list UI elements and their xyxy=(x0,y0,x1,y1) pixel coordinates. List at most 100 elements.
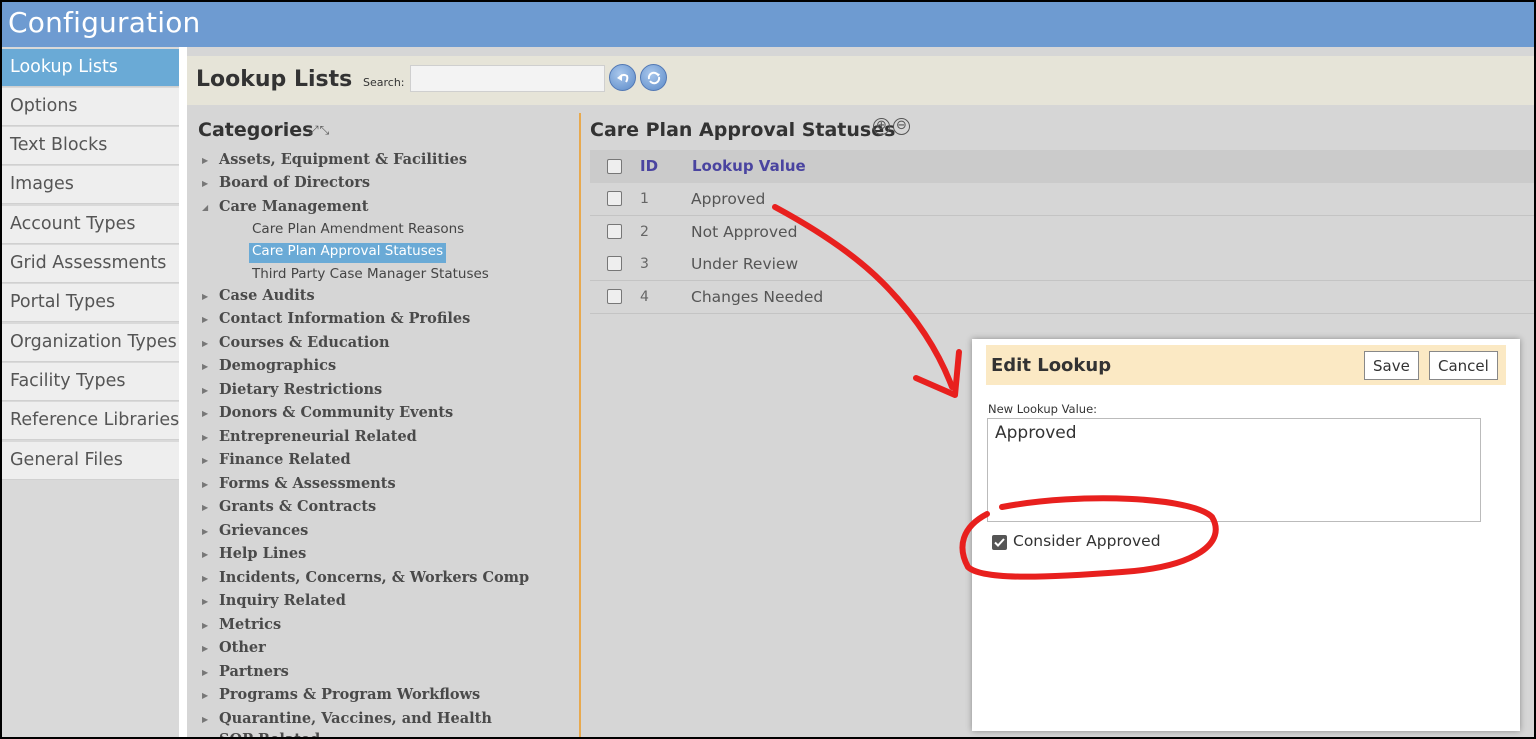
row-value[interactable]: Changes Needed xyxy=(691,288,823,306)
tree-item[interactable]: Help Lines xyxy=(219,545,306,567)
row-checkbox[interactable] xyxy=(607,289,622,304)
consider-approved-label[interactable]: Consider Approved xyxy=(1013,532,1161,550)
tree-item[interactable]: Finance Related xyxy=(219,451,351,473)
tree-item[interactable]: Dietary Restrictions xyxy=(219,381,382,403)
sidebar: Lookup Lists Options Text Blocks Images … xyxy=(2,49,179,489)
tree-item[interactable]: Metrics xyxy=(219,616,281,638)
row-id: 3 xyxy=(640,256,649,272)
collapsed-arrow-icon[interactable]: ▶ xyxy=(202,597,208,606)
sidebar-item-general-files[interactable]: General Files xyxy=(2,442,179,480)
tree-item[interactable]: Case Audits xyxy=(219,287,315,309)
tree-item[interactable]: Demographics xyxy=(219,357,336,379)
collapsed-arrow-icon[interactable]: ▶ xyxy=(202,574,208,583)
collapsed-arrow-icon[interactable]: ▶ xyxy=(202,315,208,324)
tree-item[interactable]: SOP Related xyxy=(219,731,320,737)
sidebar-filler xyxy=(2,488,179,737)
tree-item[interactable]: Entrepreneurial Related xyxy=(219,428,417,450)
tree-item[interactable]: Inquiry Related xyxy=(219,592,346,614)
app-title: Configuration xyxy=(8,6,201,39)
refresh-button[interactable] xyxy=(640,64,667,91)
checkmark-icon xyxy=(994,538,1005,547)
tree-item[interactable]: Partners xyxy=(219,663,289,685)
tree-item[interactable]: Grievances xyxy=(219,522,308,544)
row-checkbox[interactable] xyxy=(607,224,622,239)
row-value[interactable]: Approved xyxy=(691,190,765,208)
collapsed-arrow-icon[interactable]: ▶ xyxy=(202,339,208,348)
sidebar-item-images[interactable]: Images xyxy=(2,166,179,204)
lookup-value-field[interactable]: Approved xyxy=(987,418,1481,522)
collapsed-arrow-icon[interactable]: ▶ xyxy=(202,691,208,700)
collapsed-arrow-icon[interactable]: ▶ xyxy=(202,621,208,630)
collapsed-arrow-icon[interactable]: ▶ xyxy=(202,409,208,418)
select-all-checkbox[interactable] xyxy=(607,159,622,174)
expanded-arrow-icon[interactable]: ◢ xyxy=(202,203,208,212)
collapsed-arrow-icon[interactable]: ▶ xyxy=(202,480,208,489)
sidebar-item-organization-types[interactable]: Organization Types xyxy=(2,324,179,362)
collapsed-arrow-icon[interactable]: ▶ xyxy=(202,433,208,442)
refresh-icon xyxy=(647,71,661,85)
sidebar-item-facility-types[interactable]: Facility Types xyxy=(2,363,179,401)
collapsed-arrow-icon[interactable]: ▶ xyxy=(202,550,208,559)
table-row[interactable]: 2 Not Approved xyxy=(590,216,1534,249)
collapsed-arrow-icon[interactable]: ▶ xyxy=(202,715,208,724)
table-row[interactable]: 1 Approved xyxy=(590,183,1534,216)
tree-item[interactable]: Donors & Community Events xyxy=(219,404,453,426)
tree-item[interactable]: Care Management xyxy=(219,198,368,220)
lookup-value-label: New Lookup Value: xyxy=(988,402,1098,416)
list-title: Care Plan Approval Statuses xyxy=(590,119,896,141)
sidebar-item-options[interactable]: Options xyxy=(2,88,179,126)
expand-collapse-icon[interactable]: ⤢⤡ xyxy=(309,123,330,138)
tree-item[interactable]: Board of Directors xyxy=(219,174,370,196)
collapsed-arrow-icon[interactable]: ▶ xyxy=(202,362,208,371)
sidebar-item-grid-assessments[interactable]: Grid Assessments xyxy=(2,245,179,283)
sidebar-item-portal-types[interactable]: Portal Types xyxy=(2,284,179,322)
panel-divider[interactable] xyxy=(579,113,581,737)
back-button[interactable] xyxy=(609,64,636,91)
tree-item[interactable]: Forms & Assessments xyxy=(219,475,396,497)
sidebar-item-text-blocks[interactable]: Text Blocks xyxy=(2,127,179,165)
tree-item[interactable]: Courses & Education xyxy=(219,334,390,356)
tree-subitem[interactable]: Third Party Case Manager Statuses xyxy=(249,266,492,286)
row-checkbox[interactable] xyxy=(607,191,622,206)
row-value[interactable]: Not Approved xyxy=(691,223,797,241)
tree-item[interactable]: Grants & Contracts xyxy=(219,498,376,520)
column-header-id[interactable]: ID xyxy=(640,157,658,175)
collapsed-arrow-icon[interactable]: ▶ xyxy=(202,386,208,395)
sidebar-item-lookup-lists[interactable]: Lookup Lists xyxy=(2,49,179,87)
tree-item[interactable]: Other xyxy=(219,639,266,661)
save-button[interactable]: Save xyxy=(1364,351,1419,380)
row-id: 1 xyxy=(640,191,649,207)
column-header-lookup-value[interactable]: Lookup Value xyxy=(692,157,806,175)
collapsed-arrow-icon[interactable]: ▶ xyxy=(202,503,208,512)
collapsed-arrow-icon[interactable]: ▶ xyxy=(202,156,208,165)
collapsed-arrow-icon[interactable]: ▶ xyxy=(202,456,208,465)
tree-item[interactable]: Incidents, Concerns, & Workers Comp xyxy=(219,569,529,591)
collapsed-arrow-icon[interactable]: ▶ xyxy=(202,292,208,301)
tree-subitem-selected[interactable]: Care Plan Approval Statuses xyxy=(249,243,447,263)
toolbar: Lookup Lists Search: xyxy=(187,56,1534,105)
row-value[interactable]: Under Review xyxy=(691,255,798,273)
collapsed-arrow-icon[interactable]: ▶ xyxy=(202,668,208,677)
add-icon[interactable]: ⊕ xyxy=(873,118,890,135)
row-id: 4 xyxy=(640,289,649,305)
row-checkbox[interactable] xyxy=(607,256,622,271)
sidebar-item-account-types[interactable]: Account Types xyxy=(2,206,179,244)
tree-item[interactable]: Contact Information & Profiles xyxy=(219,310,470,332)
remove-icon[interactable]: ⊖ xyxy=(893,118,910,135)
table-row[interactable]: 3 Under Review xyxy=(590,248,1534,281)
dialog-header: Edit Lookup Save Cancel xyxy=(986,345,1506,385)
tree-item[interactable]: Programs & Program Workflows xyxy=(219,686,480,708)
tree-item[interactable]: Quarantine, Vaccines, and Health xyxy=(219,710,492,732)
collapsed-arrow-icon[interactable]: ▶ xyxy=(202,644,208,653)
app-header: Configuration xyxy=(2,2,1534,47)
page-title: Lookup Lists xyxy=(196,67,353,92)
tree-item[interactable]: Assets, Equipment & Facilities xyxy=(219,151,467,173)
collapsed-arrow-icon[interactable]: ▶ xyxy=(202,527,208,536)
consider-approved-checkbox[interactable] xyxy=(992,535,1007,550)
table-row[interactable]: 4 Changes Needed xyxy=(590,281,1534,314)
cancel-button[interactable]: Cancel xyxy=(1429,351,1498,380)
search-input[interactable] xyxy=(410,65,605,92)
tree-subitem[interactable]: Care Plan Amendment Reasons xyxy=(249,221,467,241)
sidebar-item-reference-libraries[interactable]: Reference Libraries xyxy=(2,402,179,440)
collapsed-arrow-icon[interactable]: ▶ xyxy=(202,179,208,188)
